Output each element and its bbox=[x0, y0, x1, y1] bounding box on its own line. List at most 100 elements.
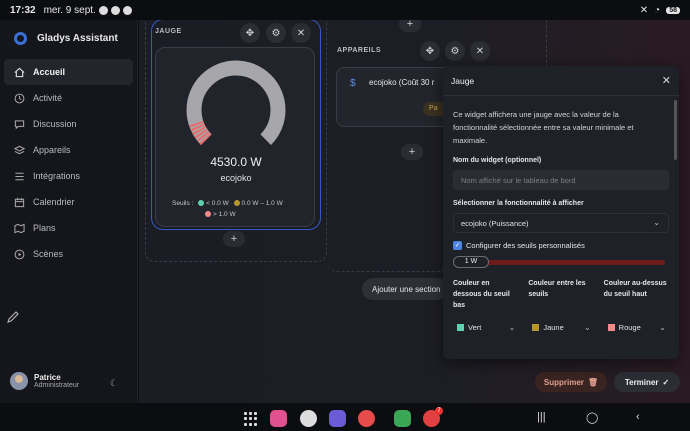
move-icon[interactable]: ✥ bbox=[240, 23, 260, 43]
threshold-high: > 1.0 W bbox=[213, 211, 236, 218]
sidebar-item-label: Scènes bbox=[33, 249, 64, 259]
dark-mode-icon[interactable]: ☾ bbox=[110, 378, 118, 389]
recents-icon[interactable]: ||| bbox=[537, 411, 546, 423]
move-icon[interactable]: ✥ bbox=[420, 41, 440, 61]
user-profile[interactable]: Patrice Administrateur bbox=[10, 372, 79, 390]
sidebar-item-scenes[interactable]: Scènes bbox=[0, 241, 137, 267]
brand[interactable]: Gladys Assistant bbox=[0, 20, 137, 56]
color-above-select[interactable]: Rouge ⌄ bbox=[604, 318, 669, 336]
yellow-swatch bbox=[233, 200, 240, 207]
slider-value[interactable]: 1 W bbox=[453, 256, 489, 268]
target-app-icon[interactable] bbox=[358, 410, 375, 427]
pen-icon[interactable] bbox=[6, 310, 20, 324]
notification-badge: 7 bbox=[435, 407, 443, 415]
sidebar-item-activite[interactable]: Activité bbox=[0, 85, 137, 111]
sidebar-item-accueil[interactable]: Accueil bbox=[4, 59, 133, 85]
check-icon: ✓ bbox=[662, 377, 670, 387]
layers-icon bbox=[14, 145, 25, 154]
clock-icon bbox=[14, 93, 25, 103]
color-above-group: Couleur au-dessus du seuil haut Rouge ⌄ bbox=[604, 278, 669, 336]
avatar bbox=[10, 372, 28, 390]
close-icon[interactable]: ✕ bbox=[470, 41, 490, 61]
sidebar-item-discussion[interactable]: Discussion bbox=[0, 111, 137, 137]
add-widget-button[interactable]: + bbox=[401, 144, 423, 160]
dollar-icon: $ bbox=[350, 78, 356, 89]
red-swatch bbox=[205, 211, 211, 218]
feature-select-value: ecojoko (Puissance) bbox=[461, 219, 529, 228]
sidebar-item-integrations[interactable]: Intégrations bbox=[0, 163, 137, 189]
camera-app-icon[interactable] bbox=[300, 410, 317, 427]
modal-body: Ce widget affichera une jauge avec la va… bbox=[443, 96, 679, 336]
gladys-logo-icon bbox=[14, 31, 27, 45]
red-swatch bbox=[607, 323, 615, 331]
color-between-label: Couleur entre les seuils bbox=[528, 280, 586, 298]
chat-app-icon[interactable]: 7 bbox=[423, 407, 443, 427]
done-button[interactable]: Terminer ✓ bbox=[614, 372, 680, 392]
wifi-icon: ◔ bbox=[654, 4, 661, 16]
map-icon bbox=[14, 223, 25, 233]
widget-type-label: JAUGE bbox=[155, 28, 182, 35]
color-settings: Couleur en dessous du seuil bas Vert ⌄ C… bbox=[453, 278, 669, 336]
gear-icon[interactable]: ⚙ bbox=[445, 41, 465, 61]
color-between-value: Jaune bbox=[543, 322, 564, 332]
back-icon[interactable]: ‹ bbox=[636, 411, 640, 423]
facebook-icon bbox=[110, 5, 120, 15]
chat-icon bbox=[14, 119, 25, 129]
drive-app-icon[interactable] bbox=[394, 410, 411, 427]
feature-label: Sélectionner la fonctionnalité à affiche… bbox=[453, 200, 584, 207]
modal-title: Jauge bbox=[451, 75, 475, 86]
sidebar-item-label: Discussion bbox=[33, 119, 77, 129]
user-name: Patrice bbox=[34, 373, 61, 382]
notes-app-icon[interactable] bbox=[329, 410, 346, 427]
delete-button[interactable]: Supprimer 🗑 bbox=[535, 372, 607, 392]
threshold-slider[interactable]: 1 W bbox=[453, 256, 669, 268]
sidebar: Gladys Assistant Accueil Activité Discus… bbox=[0, 20, 138, 403]
status-bar: 17:32 mer. 9 sept. ✕ ◔ 58 bbox=[0, 0, 690, 20]
gauge-thresholds: Seuils : < 0.0 W 0.0 W – 1.0 W > 1.0 W bbox=[172, 198, 312, 220]
modal-header: Jauge ✕ bbox=[443, 66, 679, 96]
color-below-label: Couleur en dessous du seuil bas bbox=[453, 280, 510, 309]
sidebar-item-label: Intégrations bbox=[33, 171, 81, 181]
delete-label: Supprimer bbox=[543, 377, 584, 387]
sidebar-item-plans[interactable]: Plans bbox=[0, 215, 137, 241]
sidebar-item-label: Activité bbox=[33, 93, 63, 103]
threshold-low: < 0.0 W bbox=[206, 200, 229, 207]
color-below-select[interactable]: Vert ⌄ bbox=[453, 318, 518, 336]
sidebar-item-appareils[interactable]: Appareils bbox=[0, 137, 137, 163]
green-swatch bbox=[198, 200, 205, 207]
add-section-button[interactable]: Ajouter une section bbox=[362, 278, 448, 300]
battery-icon: 58 bbox=[666, 6, 680, 14]
thresholds-label: Seuils : bbox=[172, 200, 194, 207]
color-between-select[interactable]: Jaune ⌄ bbox=[528, 318, 593, 336]
brand-name: Gladys Assistant bbox=[37, 32, 118, 44]
done-label: Terminer bbox=[624, 377, 659, 387]
chevron-down-icon: ⌄ bbox=[653, 218, 660, 227]
color-below-value: Vert bbox=[468, 322, 482, 332]
widget-type-label: APPAREILS bbox=[337, 47, 382, 54]
close-icon[interactable]: ✕ bbox=[662, 74, 671, 87]
custom-thresholds-label: Configurer des seuils personnalisés bbox=[466, 241, 585, 250]
custom-thresholds-checkbox[interactable]: ✓ Configurer des seuils personnalisés bbox=[453, 241, 669, 250]
list-icon bbox=[15, 172, 24, 180]
gallery-app-icon[interactable] bbox=[270, 410, 287, 427]
widget-settings-modal: Jauge ✕ Ce widget affichera une jauge av… bbox=[443, 66, 679, 359]
color-between-group: Couleur entre les seuils Jaune ⌄ bbox=[528, 278, 593, 336]
sidebar-item-label: Plans bbox=[33, 223, 56, 233]
gear-icon[interactable]: ⚙ bbox=[266, 23, 286, 43]
color-above-value: Rouge bbox=[618, 322, 641, 332]
sidebar-item-label: Calendrier bbox=[33, 197, 75, 207]
trash-icon: 🗑 bbox=[587, 377, 599, 387]
color-below-group: Couleur en dessous du seuil bas Vert ⌄ bbox=[453, 278, 518, 336]
modal-description: Ce widget affichera une jauge avec la va… bbox=[453, 110, 634, 145]
widget-name-input[interactable]: Nom affiché sur le tableau de bord bbox=[453, 170, 669, 190]
name-label: Nom du widget (optionnel) bbox=[453, 157, 542, 164]
feature-select[interactable]: ecojoko (Puissance) ⌄ bbox=[453, 213, 669, 233]
threshold-mid: 0.0 W – 1.0 W bbox=[241, 200, 283, 207]
add-widget-button[interactable]: + bbox=[223, 231, 245, 247]
sidebar-item-calendrier[interactable]: Calendrier bbox=[0, 189, 137, 215]
app-drawer-icon[interactable] bbox=[244, 412, 258, 426]
user-role: Administrateur bbox=[34, 382, 80, 389]
close-icon[interactable]: ✕ bbox=[291, 23, 311, 43]
home-button-icon[interactable]: ◯ bbox=[586, 411, 598, 424]
sidebar-item-label: Accueil bbox=[33, 67, 66, 77]
